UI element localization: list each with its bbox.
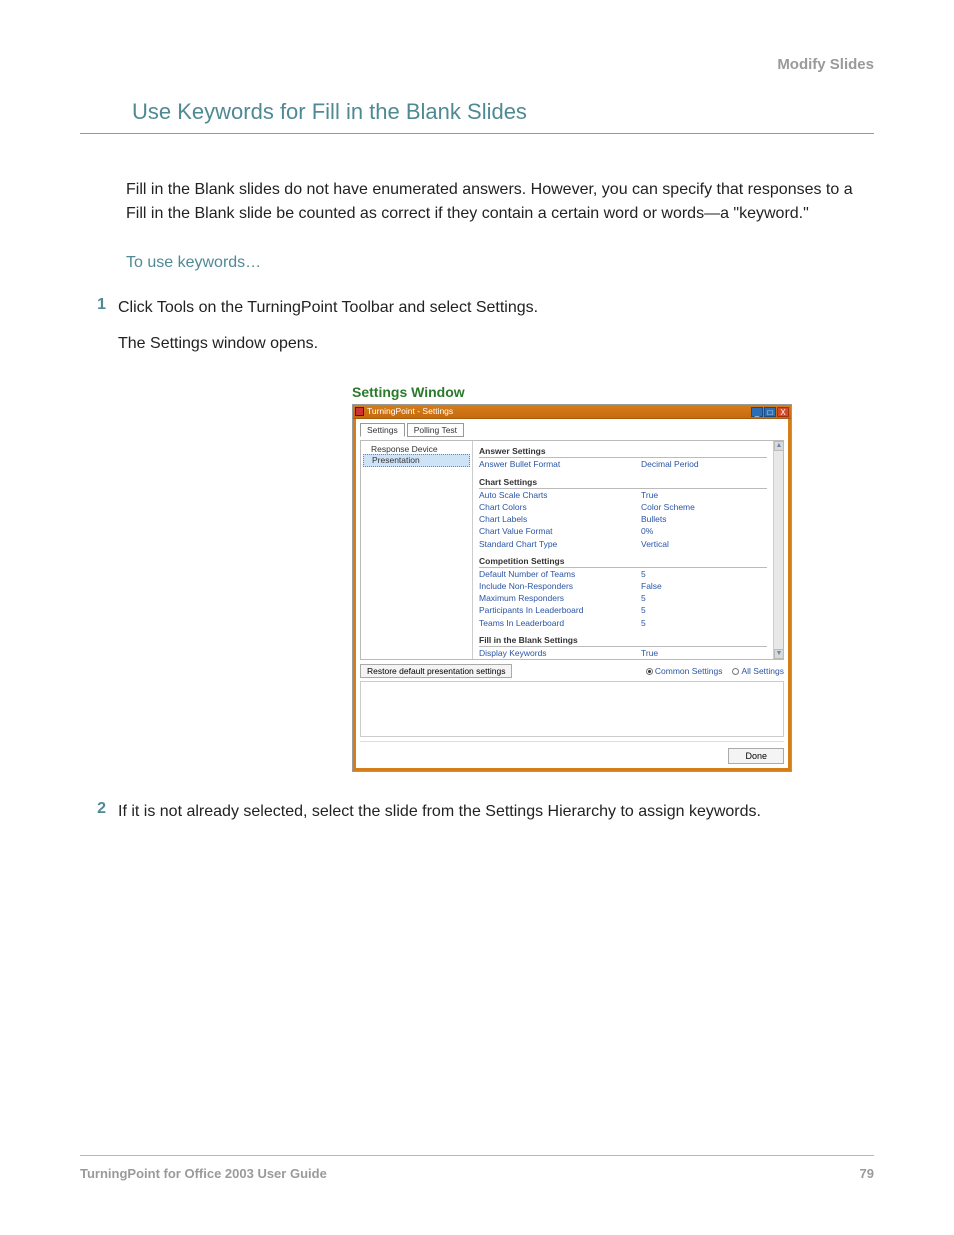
- row-maximum-responders[interactable]: Maximum Responders 5: [479, 592, 767, 604]
- setting-value: 5: [641, 618, 646, 628]
- row-standard-chart-type[interactable]: Standard Chart Type Vertical: [479, 538, 767, 550]
- window-title-left: TurningPoint - Settings: [355, 406, 453, 416]
- step-text: Click Tools on the TurningPoint Toolbar …: [118, 296, 874, 356]
- setting-value: 5: [641, 605, 646, 615]
- radio-dot-icon: [732, 668, 739, 675]
- setting-value: 5: [641, 593, 646, 603]
- step-result: The Settings window opens.: [118, 332, 874, 356]
- footer-guide-title: TurningPoint for Office 2003 User Guide: [80, 1166, 327, 1181]
- row-chart-value-format[interactable]: Chart Value Format 0%: [479, 525, 767, 537]
- row-answer-bullet-format[interactable]: Answer Bullet Format Decimal Period: [479, 458, 767, 470]
- scroll-up-icon[interactable]: ▲: [774, 441, 783, 451]
- scrollbar[interactable]: ▲ ▼: [773, 441, 783, 659]
- row-include-non-responders[interactable]: Include Non-Responders False: [479, 580, 767, 592]
- tab-strip: Settings Polling Test: [360, 423, 784, 437]
- setting-label: Default Number of Teams: [479, 569, 641, 579]
- section-answer-settings: Answer Settings: [479, 444, 767, 458]
- app-icon: [355, 407, 364, 416]
- setting-value: True: [641, 648, 658, 658]
- tab-polling-test[interactable]: Polling Test: [407, 423, 464, 437]
- row-display-keywords[interactable]: Display Keywords True: [479, 647, 767, 659]
- setting-value: True: [641, 490, 658, 500]
- document-page: Modify Slides Use Keywords for Fill in t…: [0, 0, 954, 1235]
- intro-paragraph: Fill in the Blank slides do not have enu…: [126, 178, 874, 226]
- figure-settings-window: Settings Window TurningPoint - Settings …: [352, 384, 874, 772]
- step-text: If it is not already selected, select th…: [118, 800, 874, 824]
- window-buttons: _ □ X: [751, 407, 789, 417]
- setting-value: 5: [641, 569, 646, 579]
- row-participants-in-leaderboard[interactable]: Participants In Leaderboard 5: [479, 604, 767, 616]
- radio-dot-icon: [646, 668, 653, 675]
- tree-item-response-device[interactable]: Response Device: [363, 444, 470, 454]
- setting-label: Chart Labels: [479, 514, 641, 524]
- setting-value: Color Scheme: [641, 502, 695, 512]
- procedure-heading: To use keywords…: [126, 254, 874, 272]
- done-row: Done: [360, 741, 784, 764]
- setting-value: False: [641, 581, 662, 591]
- settings-grid-inner: Answer Settings Answer Bullet Format Dec…: [473, 441, 773, 659]
- section-competition-settings: Competition Settings: [479, 554, 767, 568]
- radio-common-settings[interactable]: Common Settings: [646, 666, 723, 676]
- close-button[interactable]: X: [777, 407, 789, 417]
- page-title: Use Keywords for Fill in the Blank Slide…: [80, 99, 874, 134]
- setting-label: Include Non-Responders: [479, 581, 641, 591]
- window-title: TurningPoint - Settings: [367, 406, 453, 416]
- radio-label: All Settings: [741, 666, 784, 676]
- settings-description-pane: [360, 681, 784, 737]
- page-footer: TurningPoint for Office 2003 User Guide …: [80, 1155, 874, 1181]
- setting-value: Decimal Period: [641, 459, 699, 469]
- settings-main-panel: Response Device Presentation Answer Sett…: [360, 440, 784, 660]
- row-chart-colors[interactable]: Chart Colors Color Scheme: [479, 501, 767, 513]
- row-chart-labels[interactable]: Chart Labels Bullets: [479, 513, 767, 525]
- figure-caption: Settings Window: [352, 384, 874, 400]
- setting-label: Answer Bullet Format: [479, 459, 641, 469]
- radio-label: Common Settings: [655, 666, 723, 676]
- step-number: 1: [80, 296, 118, 314]
- row-teams-in-leaderboard[interactable]: Teams In Leaderboard 5: [479, 617, 767, 629]
- minimize-button[interactable]: _: [751, 407, 763, 417]
- setting-label: Participants In Leaderboard: [479, 605, 641, 615]
- section-chart-settings: Chart Settings: [479, 475, 767, 489]
- section-label: Modify Slides: [80, 56, 874, 73]
- settings-view-radios: Common Settings All Settings: [646, 666, 784, 676]
- done-button[interactable]: Done: [728, 748, 784, 764]
- setting-label: Teams In Leaderboard: [479, 618, 641, 628]
- step-2: 2 If it is not already selected, select …: [80, 800, 874, 824]
- window-body: Settings Polling Test Response Device Pr…: [353, 419, 791, 771]
- maximize-button[interactable]: □: [764, 407, 776, 417]
- tree-item-presentation[interactable]: Presentation: [363, 454, 470, 466]
- window-titlebar: TurningPoint - Settings _ □ X: [353, 405, 791, 419]
- setting-label: Display Keywords: [479, 648, 641, 658]
- scroll-down-icon[interactable]: ▼: [774, 649, 783, 659]
- steps-list: 1 Click Tools on the TurningPoint Toolba…: [80, 296, 874, 824]
- step-number: 2: [80, 800, 118, 818]
- setting-label: Maximum Responders: [479, 593, 641, 603]
- row-auto-scale-charts[interactable]: Auto Scale Charts True: [479, 489, 767, 501]
- footer-page-number: 79: [860, 1166, 874, 1181]
- settings-underpanel: Restore default presentation settings Co…: [360, 664, 784, 678]
- step-1: 1 Click Tools on the TurningPoint Toolba…: [80, 296, 874, 356]
- setting-value: Vertical: [641, 539, 669, 549]
- setting-label: Chart Value Format: [479, 526, 641, 536]
- settings-grid: Answer Settings Answer Bullet Format Dec…: [473, 441, 783, 659]
- step-text-content: Click Tools on the TurningPoint Toolbar …: [118, 299, 538, 316]
- setting-value: 0%: [641, 526, 653, 536]
- setting-label: Chart Colors: [479, 502, 641, 512]
- row-default-number-of-teams[interactable]: Default Number of Teams 5: [479, 568, 767, 580]
- setting-value: Bullets: [641, 514, 667, 524]
- setting-label: Auto Scale Charts: [479, 490, 641, 500]
- section-fill-in-blank-settings: Fill in the Blank Settings: [479, 633, 767, 647]
- restore-defaults-button[interactable]: Restore default presentation settings: [360, 664, 512, 678]
- tab-settings[interactable]: Settings: [360, 423, 405, 437]
- setting-label: Standard Chart Type: [479, 539, 641, 549]
- radio-all-settings[interactable]: All Settings: [732, 666, 784, 676]
- settings-window: TurningPoint - Settings _ □ X Settings P…: [352, 404, 792, 772]
- settings-tree: Response Device Presentation: [361, 441, 473, 659]
